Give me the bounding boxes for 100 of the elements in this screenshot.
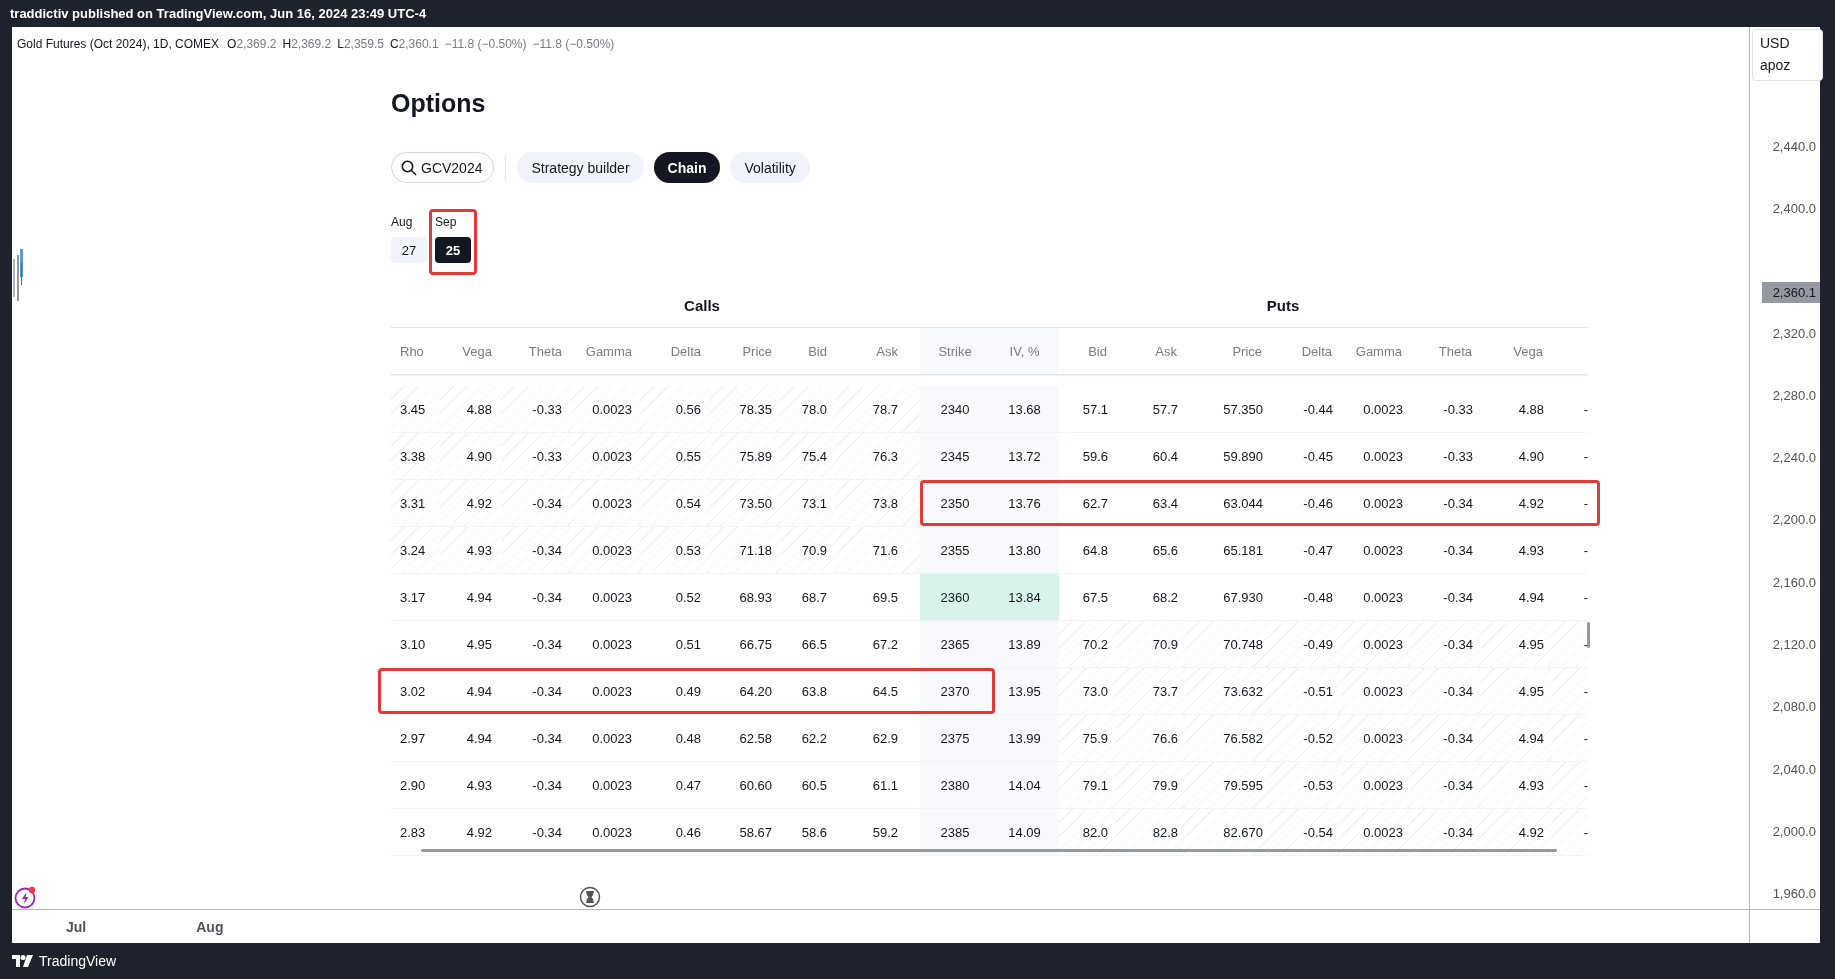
table-cell: 3.38 [391, 433, 440, 479]
table-cell: 70.748 [1186, 621, 1271, 667]
table-cell-text: 62.58 [738, 729, 773, 748]
current-price-label: 2,360.1 [1761, 282, 1820, 304]
table-cell: 2385 [920, 809, 990, 855]
table-cell: 4.90 [440, 433, 501, 479]
table-cell: 73.0 [1059, 668, 1116, 714]
table-cell-text: 4.94 [465, 682, 493, 701]
table-cell: 76.3 [836, 433, 920, 479]
table-cell: 13.80 [990, 527, 1059, 573]
table-cell: 75.89 [710, 433, 781, 479]
column-header[interactable]: Vega [440, 328, 501, 374]
table-cell-text: 4.93 [1517, 541, 1545, 560]
table-cell: 75.4 [781, 433, 836, 479]
scrollbar-thumb[interactable] [1587, 622, 1590, 648]
table-cell: -0.53 [1271, 762, 1341, 808]
hourglass-icon[interactable] [579, 886, 601, 908]
table-cell: 4.92 [1481, 809, 1552, 855]
scrollbar-thumb[interactable] [421, 849, 1557, 852]
table-cell: 13.84 [990, 574, 1059, 620]
table-cell: 2380 [920, 762, 990, 808]
currency-label[interactable]: USD [1760, 32, 1822, 54]
table-cell: 0.0023 [571, 433, 641, 479]
table-cell-text: -0.34 [531, 682, 563, 701]
ohlc-label: C [389, 37, 399, 51]
ohlc-label: O [227, 37, 237, 51]
column-header[interactable]: Theta [1411, 328, 1481, 374]
table-cell-text: 67.930 [1222, 588, 1264, 607]
unit-label[interactable]: apoz [1760, 54, 1822, 76]
column-header[interactable]: Bid [1059, 328, 1116, 374]
table-cell-text: 2.83 [399, 823, 427, 842]
table-cell-text: -0.44 [1302, 400, 1334, 419]
table-cell: 0.0023 [571, 527, 641, 573]
table-cell: 82.0 [1059, 809, 1116, 855]
tab[interactable]: Volatility [730, 152, 810, 183]
table-cell-text: 66.5 [800, 635, 828, 654]
table-cell: 79.595 [1186, 762, 1271, 808]
table-cell-text: 0.48 [674, 729, 702, 748]
ohlc-label: H [282, 37, 292, 51]
table-cell-text: 58.6 [800, 823, 828, 842]
table-cell: -0.34 [1411, 621, 1481, 667]
brand-name[interactable]: TradingView [39, 953, 117, 969]
table-cell: 13.95 [990, 668, 1059, 714]
table-cell-text: -0.34 [531, 588, 563, 607]
table-cell: -0.34 [501, 480, 571, 526]
month-label: Sep [435, 215, 457, 229]
price-change: −11.8 (−0.50%) [532, 37, 615, 51]
column-header[interactable]: IV, % [990, 328, 1059, 374]
lightning-icon[interactable] [14, 885, 38, 909]
table-cell: 71.6 [836, 527, 920, 573]
column-header[interactable]: Price [710, 328, 781, 374]
column-header[interactable]: Strike [920, 328, 990, 374]
table-cell: - [1552, 762, 1588, 808]
column-header[interactable]: Bid [781, 328, 836, 374]
price-label: 2,160.0 [1772, 574, 1816, 590]
table-cell-text: 68.93 [738, 588, 773, 607]
table-cell: 4.93 [1481, 762, 1552, 808]
column-header[interactable]: Rho [391, 328, 440, 374]
table-cell-text: 68.2 [1151, 588, 1179, 607]
table-cell: 2375 [920, 715, 990, 761]
table-cell: 2360 [920, 574, 990, 620]
column-header[interactable]: Gamma [1341, 328, 1411, 374]
table-cell-text: 60.60 [738, 776, 773, 795]
table-cell-text: -0.33 [1442, 400, 1474, 419]
table-cell-text: 64.5 [871, 682, 899, 701]
date-chip[interactable]: 27 [391, 237, 427, 263]
table-cell-text: 0.0023 [591, 823, 633, 842]
column-header[interactable]: Theta [501, 328, 571, 374]
column-header[interactable]: Ask [836, 328, 920, 374]
table-cell: 0.54 [641, 480, 710, 526]
price-label: 1,960.0 [1772, 886, 1816, 902]
table-cell-text: 3.02 [399, 682, 427, 701]
date-label: Aug [196, 918, 224, 935]
table-cell-text: 68.7 [800, 588, 828, 607]
table-cell-text: - [1582, 588, 1588, 607]
table-cell-text: 61.1 [871, 776, 899, 795]
table-cell: 0.0023 [1341, 762, 1411, 808]
table-cell-text: 0.0023 [591, 776, 633, 795]
tab[interactable]: Chain [653, 152, 721, 183]
table-cell-text: 64.8 [1081, 541, 1109, 560]
table-cell-text: 62.7 [1081, 494, 1109, 513]
table-cell: 4.92 [440, 480, 501, 526]
column-header[interactable]: Vega [1481, 328, 1552, 374]
table-cell-text: 0.0023 [591, 682, 633, 701]
column-header[interactable]: Gamma [571, 328, 641, 374]
column-header[interactable]: Ask [1116, 328, 1186, 374]
ohlc-value: 2,359.5 [343, 37, 384, 51]
table-cell-text: 4.94 [465, 588, 493, 607]
table-cell: 0.0023 [571, 386, 641, 432]
date-chip[interactable]: 25 [435, 237, 471, 263]
column-header[interactable]: Delta [641, 328, 710, 374]
table-cell-text: 4.90 [1517, 447, 1545, 466]
column-header[interactable]: Price [1186, 328, 1271, 374]
price-change: −11.8 (−0.50%) [444, 37, 527, 51]
table-cell-text: 63.4 [1151, 494, 1179, 513]
table-cell: 0.0023 [1341, 715, 1411, 761]
date-label: Jul [66, 918, 87, 935]
tab[interactable]: Strategy builder [517, 152, 644, 183]
logo-icon[interactable] [12, 954, 34, 968]
column-header[interactable]: Delta [1271, 328, 1341, 374]
